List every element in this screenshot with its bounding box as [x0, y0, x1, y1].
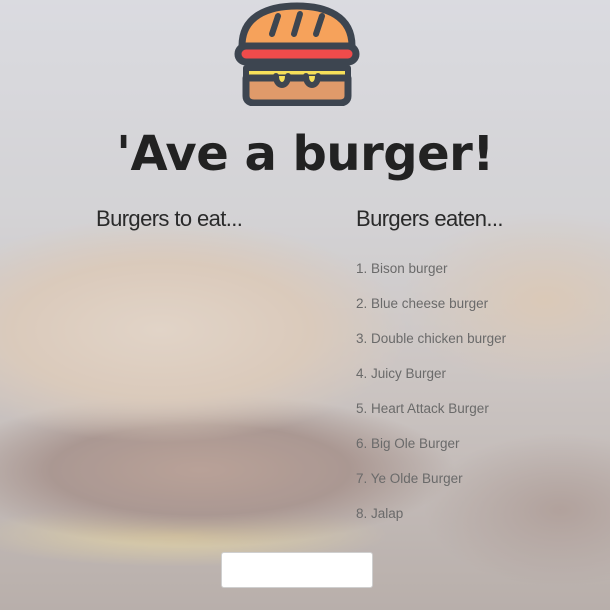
page-title: 'Ave a burger!: [116, 126, 494, 182]
burgers-to-eat-heading: Burgers to eat...: [96, 206, 243, 231]
list-item: 6. Big Ole Burger: [356, 436, 460, 451]
list-item: 5. Heart Attack Burger: [356, 401, 489, 416]
list-item: 1. Bison burger: [356, 261, 448, 276]
burger-name-input[interactable]: [221, 552, 373, 588]
burgers-eaten-heading: Burgers eaten...: [356, 206, 504, 231]
page-content: 'Ave a burger! Burgers to eat... Burgers…: [0, 0, 610, 610]
list-item: 7. Ye Olde Burger: [356, 471, 463, 486]
list-item: 3. Double chicken burger: [356, 331, 507, 346]
list-item: 2. Blue cheese burger: [356, 296, 489, 311]
burger-icon: [234, 2, 360, 106]
list-item: 8. Jalap: [356, 506, 404, 521]
list-item: 4. Juicy Burger: [356, 366, 447, 381]
burgers-eaten-list: 1. Bison burger 2. Blue cheese burger 3.…: [356, 260, 506, 540]
